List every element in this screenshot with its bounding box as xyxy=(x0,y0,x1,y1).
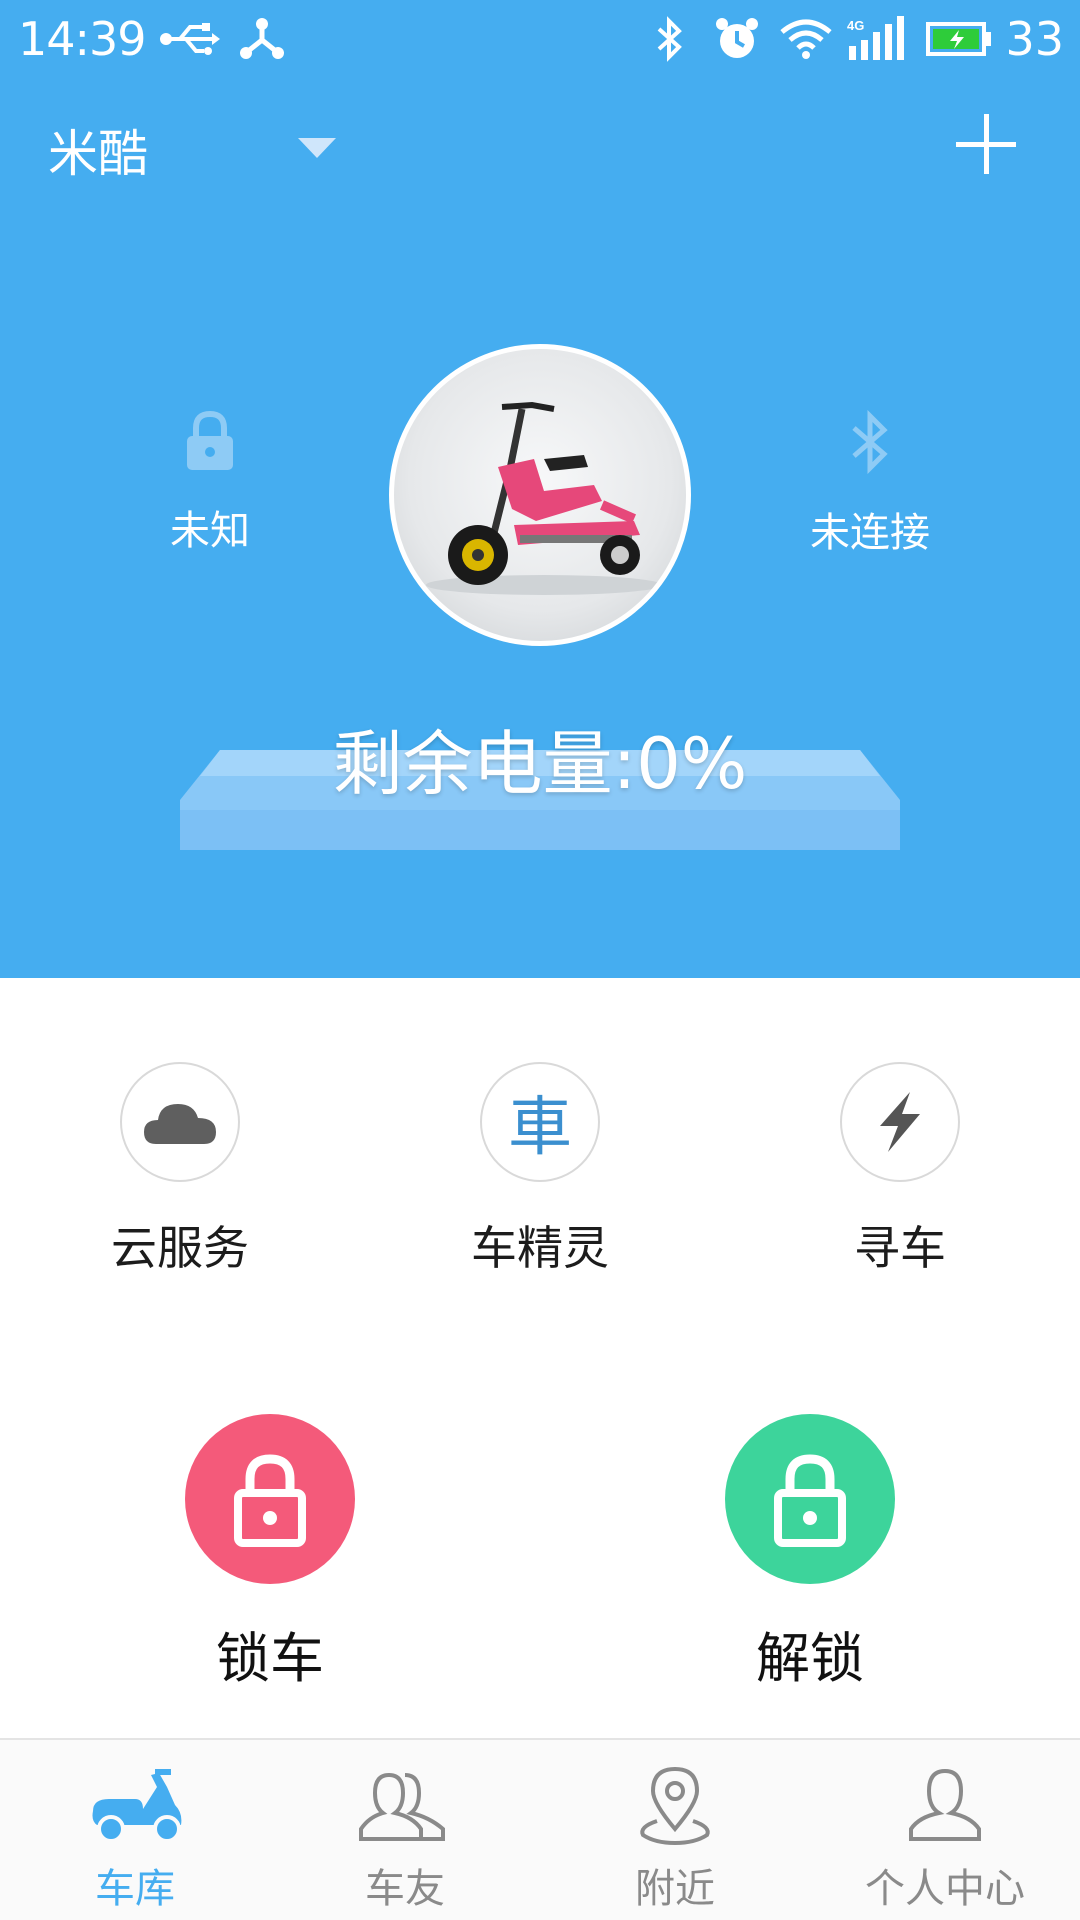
unlock-vehicle-label: 解锁 xyxy=(756,1627,864,1690)
4g-signal-icon: 4G xyxy=(846,14,906,64)
locked-padlock-icon xyxy=(234,1454,306,1547)
friends-icon xyxy=(359,1772,445,1841)
lock-status: 未知 xyxy=(90,410,330,556)
connection-status[interactable]: 未连接 xyxy=(750,409,990,558)
bluetooth-icon xyxy=(852,409,888,475)
car-genie-button[interactable]: 車 车精灵 xyxy=(420,1062,660,1278)
find-car-button[interactable]: 寻车 xyxy=(780,1062,1020,1278)
wifi-icon xyxy=(778,14,834,64)
nav-tab-friends-label: 车友 xyxy=(365,1866,445,1912)
lock-vehicle-label: 锁车 xyxy=(216,1627,324,1690)
car-character-icon: 車 xyxy=(508,1091,572,1165)
location-pin-icon xyxy=(640,1766,710,1845)
cloud-icon xyxy=(144,1104,216,1144)
nav-tab-garage-label: 车库 xyxy=(95,1866,175,1912)
alarm-icon xyxy=(712,14,762,64)
title-bar: 米酷 xyxy=(0,100,1080,200)
bottom-navigation: 车库 车友 附近 个人中心 xyxy=(0,1738,1080,1920)
car-genie-label: 车精灵 xyxy=(471,1221,609,1275)
nav-tab-garage[interactable]: 车库 xyxy=(0,1760,270,1914)
find-car-label: 寻车 xyxy=(854,1221,946,1275)
usb-icon xyxy=(155,14,225,64)
padlock-icon xyxy=(187,410,233,470)
nav-tab-friends[interactable]: 车友 xyxy=(270,1760,540,1914)
status-time: 14:39 xyxy=(18,12,147,66)
lightning-icon xyxy=(880,1092,920,1152)
vehicle-header-panel: 14:39 4G 33 米酷 未知 未连接 剩余电量:0% xyxy=(0,0,1080,978)
bluetooth-icon xyxy=(650,14,690,64)
scooter-icon xyxy=(92,1769,182,1843)
nav-tab-profile[interactable]: 个人中心 xyxy=(810,1760,1080,1914)
nav-tab-nearby-label: 附近 xyxy=(635,1866,715,1912)
dropdown-caret-icon[interactable] xyxy=(298,138,336,158)
cloud-service-button[interactable]: 云服务 xyxy=(60,1062,300,1278)
lock-vehicle-button[interactable]: 锁车 xyxy=(140,1414,400,1693)
lock-status-label: 未知 xyxy=(170,508,250,554)
connection-status-label: 未连接 xyxy=(810,510,930,556)
nav-tab-nearby[interactable]: 附近 xyxy=(540,1760,810,1914)
plus-icon[interactable] xyxy=(956,114,1016,174)
battery-remaining-text: 剩余电量:0% xyxy=(332,723,748,805)
nav-tab-profile-label: 个人中心 xyxy=(865,1866,1025,1912)
svg-text:4G: 4G xyxy=(847,18,864,33)
scooter-image xyxy=(426,401,662,595)
status-bar: 14:39 4G 33 xyxy=(0,0,1080,78)
battery-charging-icon xyxy=(924,14,994,64)
vehicle-name-title[interactable]: 米酷 xyxy=(48,114,148,186)
battery-level-text: 33 xyxy=(1005,12,1064,66)
share-icon xyxy=(237,14,287,64)
unlock-vehicle-button[interactable]: 解锁 xyxy=(680,1414,940,1693)
cloud-service-label: 云服务 xyxy=(111,1221,249,1275)
person-icon xyxy=(909,1768,981,1841)
vehicle-photo[interactable] xyxy=(389,344,691,646)
unlocked-padlock-icon xyxy=(774,1454,846,1547)
